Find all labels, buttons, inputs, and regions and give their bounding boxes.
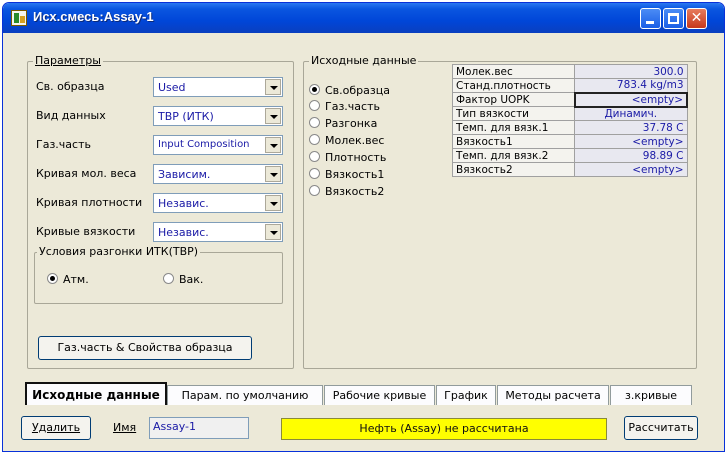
maximize-button[interactable] (663, 8, 684, 29)
radio-viscosity2[interactable]: Вязкость2 (309, 185, 384, 198)
table-row: Темп. для вязк.1 37.78 C (452, 120, 688, 135)
delete-button[interactable]: Удалить (21, 416, 91, 440)
chevron-down-icon[interactable] (265, 224, 281, 240)
radio-off-icon (309, 117, 320, 128)
chevron-down-icon[interactable] (265, 166, 281, 182)
table-cell-value[interactable]: <empty> (574, 134, 688, 149)
radio-viscosity1[interactable]: Вязкость1 (309, 168, 384, 181)
bottom-bar: Удалить Имя Assay-1 Нефть (Assay) не рас… (3, 405, 724, 451)
close-button[interactable]: ✕ (686, 8, 707, 29)
minimize-button[interactable] (640, 8, 661, 29)
maximize-icon (668, 13, 679, 24)
density-curve-select[interactable]: Независ. (153, 193, 283, 213)
table-cell-value[interactable]: 98.89 C (574, 148, 688, 163)
radio-atm[interactable]: Атм. (47, 273, 89, 286)
radio-gas-part[interactable]: Газ.часть (309, 100, 380, 113)
mw-curve-label: Кривая мол. веса (36, 167, 137, 180)
data-type-label: Вид данных (36, 109, 106, 122)
table-row: Фактор UOPK <empty> (452, 91, 688, 108)
distillation-conditions-group: Условия разгонки ИТК(ТВР) Атм. Вак. (34, 245, 283, 304)
app-icon[interactable] (11, 10, 27, 26)
tab-default-params[interactable]: Парам. по умолчанию (167, 385, 323, 406)
radio-off-icon (309, 100, 320, 111)
radio-density[interactable]: Плотность (309, 151, 386, 164)
viscosity-curves-select[interactable]: Независ. (153, 222, 283, 242)
close-icon: ✕ (690, 10, 703, 26)
mw-curve-select[interactable]: Зависим. (153, 164, 283, 184)
radio-off-icon (309, 134, 320, 145)
gas-part-properties-button[interactable]: Газ.часть & Свойства образца (38, 336, 252, 360)
gas-part-label: Газ.часть (36, 138, 91, 151)
chevron-down-icon[interactable] (265, 195, 281, 211)
tab-working-curves[interactable]: Рабочие кривые (324, 385, 435, 406)
params-group: Параметры Св. образца Used Вид данных TB… (27, 54, 294, 369)
table-row: Тип вязкости Динамич. (452, 106, 688, 121)
radio-sample-props[interactable]: Св.образца (309, 84, 390, 97)
table-row: Темп. для вязк.2 98.89 C (452, 148, 688, 163)
chevron-down-icon[interactable] (265, 137, 281, 153)
radio-off-icon (309, 151, 320, 162)
viscosity-curves-label: Кривые вязкости (36, 225, 136, 238)
radio-on-icon (47, 273, 58, 284)
chevron-down-icon[interactable] (265, 79, 281, 95)
tab-input-data[interactable]: Исходные данные (25, 382, 167, 407)
window-title: Исх.смесь:Assay-1 (33, 9, 154, 24)
tab-calc-methods[interactable]: Методы расчета (497, 385, 609, 406)
table-row: Станд.плотность 783.4 kg/m3 (452, 78, 688, 93)
name-input[interactable]: Assay-1 (149, 417, 249, 439)
title-bar[interactable]: Исх.смесь:Assay-1 ✕ (3, 3, 724, 33)
radio-on-icon (309, 84, 320, 95)
sample-props-label: Св. образца (36, 80, 105, 93)
data-type-select[interactable]: TBP (ИТК) (153, 106, 283, 126)
calculate-button[interactable]: Рассчитать (624, 416, 698, 440)
table-cell-value[interactable]: Динамич. (574, 106, 688, 121)
table-cell-value[interactable]: 37.78 C (574, 120, 688, 135)
table-cell-value[interactable]: 783.4 kg/m3 (574, 78, 688, 93)
minimize-icon (646, 21, 654, 24)
table-row: Молек.вес 300.0 (452, 64, 688, 79)
chevron-down-icon[interactable] (265, 108, 281, 124)
distillation-conditions-title: Условия разгонки ИТК(ТВР) (37, 245, 201, 258)
table-row: Вязкость1 <empty> (452, 134, 688, 149)
name-label: Имя (113, 421, 137, 434)
radio-vac[interactable]: Вак. (163, 273, 203, 286)
table-cell-value[interactable]: <empty> (574, 162, 688, 177)
radio-off-icon (309, 168, 320, 179)
input-data-title: Исходные данные (309, 54, 419, 67)
table-row: Вязкость2 <empty> (452, 162, 688, 177)
properties-table: Молек.вес 300.0 Станд.плотность 783.4 kg/m… (452, 64, 688, 177)
radio-distillation[interactable]: Разгонка (309, 117, 377, 130)
params-group-title: Параметры (33, 54, 103, 67)
tab-plot[interactable]: График (436, 385, 496, 406)
assay-window: Исх.смесь:Assay-1 ✕ Параметры Св. образц… (2, 2, 725, 452)
gas-part-select[interactable]: Input Composition (153, 135, 283, 155)
tab-curves[interactable]: з.кривые (610, 385, 692, 406)
status-message: Нефть (Assay) не рассчитана (281, 418, 607, 440)
radio-off-icon (309, 185, 320, 196)
tab-strip: Исходные данные Парам. по умолчанию Рабо… (3, 382, 724, 407)
radio-off-icon (163, 273, 174, 284)
table-cell-value-selected[interactable]: <empty> (573, 91, 688, 108)
sample-props-select[interactable]: Used (153, 77, 283, 97)
density-curve-label: Кривая плотности (36, 196, 143, 209)
radio-mol-weight[interactable]: Молек.вес (309, 134, 384, 147)
table-cell-value[interactable]: 300.0 (574, 64, 688, 79)
